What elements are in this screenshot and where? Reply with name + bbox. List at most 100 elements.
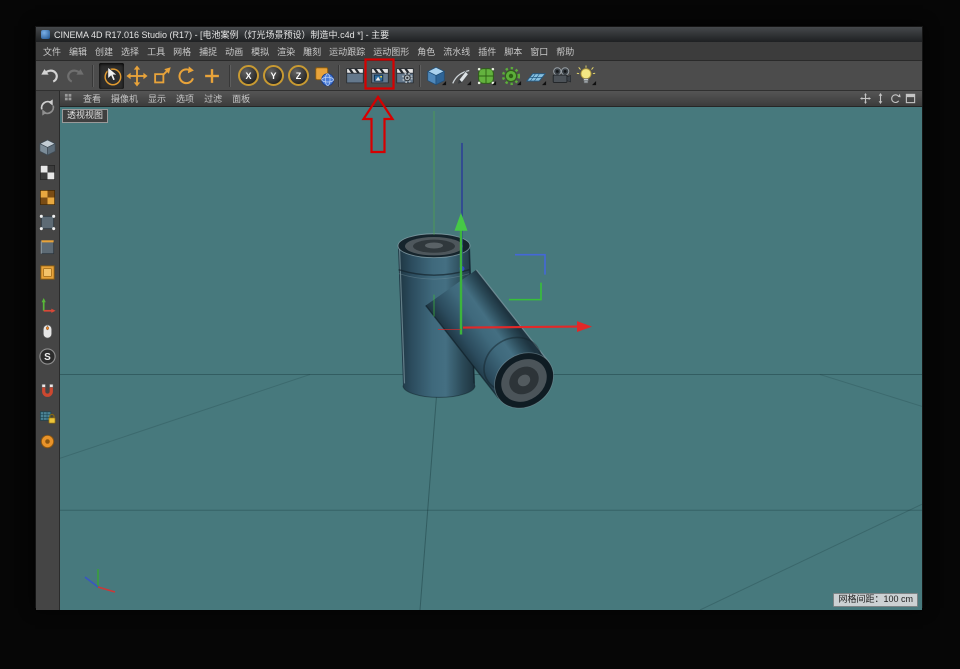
polygons-mode-button[interactable]	[37, 262, 58, 283]
titlebar: CINEMA 4D R17.016 Studio (R17) - [电池案例（灯…	[36, 27, 922, 42]
viewport-rotate-button[interactable]	[890, 93, 901, 104]
edit-render-settings-icon	[394, 65, 416, 87]
tweak-mode-button[interactable]	[37, 321, 58, 342]
lock-x-axis-button[interactable]: X	[236, 63, 261, 89]
vp-menu-display[interactable]: 显示	[143, 92, 171, 105]
spline-pen-button[interactable]	[448, 63, 473, 89]
light-icon	[575, 65, 597, 87]
menu-item-animate[interactable]: 动画	[221, 43, 247, 60]
ground-grid	[60, 374, 922, 610]
vp-menu-filter[interactable]: 过滤	[199, 92, 227, 105]
viewport-nav-icons	[860, 93, 919, 104]
menu-item-script[interactable]: 脚本	[500, 43, 526, 60]
model-mode-icon	[38, 138, 57, 157]
render-view-button[interactable]	[342, 63, 367, 89]
camera-button[interactable]	[548, 63, 573, 89]
gizmo-y-arrowhead[interactable]	[455, 213, 468, 231]
generator-button[interactable]	[498, 63, 523, 89]
gizmo-plane-handle-blue[interactable]	[515, 255, 545, 275]
workplane-mode-button[interactable]	[37, 187, 58, 208]
floor-button[interactable]	[523, 63, 548, 89]
render-to-picture-viewer-button[interactable]	[367, 63, 392, 89]
y-axis-toggle: Y	[263, 65, 284, 86]
menu-item-plugins[interactable]: 插件	[474, 43, 500, 60]
scale-tool-button[interactable]	[149, 63, 174, 89]
menu-item-snap[interactable]: 捕捉	[195, 43, 221, 60]
orbit-icon	[890, 93, 901, 104]
gizmo-plane-handle-green[interactable]	[509, 283, 541, 300]
texture-mode-icon	[38, 163, 57, 182]
lock-z-axis-button[interactable]: Z	[286, 63, 311, 89]
rotate-icon	[176, 65, 198, 87]
app-logo-icon	[41, 30, 50, 39]
lock-y-axis-button[interactable]: Y	[261, 63, 286, 89]
menu-item-window[interactable]: 窗口	[526, 43, 552, 60]
render-to-picture-viewer-icon	[369, 65, 391, 87]
rotate-tool-button[interactable]	[174, 63, 199, 89]
menu-item-file[interactable]: 文件	[39, 43, 65, 60]
mouse-icon	[38, 322, 57, 341]
menu-item-tools[interactable]: 工具	[143, 43, 169, 60]
coordinate-system-button[interactable]	[311, 63, 336, 89]
workplane-lock-button[interactable]	[37, 406, 58, 427]
snap-icon: S	[38, 347, 57, 366]
subdivision-surface-button[interactable]	[473, 63, 498, 89]
cube-icon	[425, 65, 447, 87]
points-mode-button[interactable]	[37, 212, 58, 233]
main-toolbar: X Y Z	[36, 61, 922, 91]
perspective-viewport[interactable]: 透视视图	[60, 107, 922, 610]
world-axis-indicator	[85, 569, 115, 592]
viewport-maximize-button[interactable]	[905, 93, 916, 104]
texture-mode-button[interactable]	[37, 162, 58, 183]
vp-menu-cameras[interactable]: 摄像机	[106, 92, 143, 105]
last-tool-button[interactable]	[199, 63, 224, 89]
menu-item-help[interactable]: 帮助	[552, 43, 578, 60]
cube-primitive-button[interactable]	[423, 63, 448, 89]
menu-item-edit[interactable]: 编辑	[65, 43, 91, 60]
menu-item-render[interactable]: 渲染	[273, 43, 299, 60]
enable-axis-icon	[38, 297, 57, 316]
make-editable-icon	[38, 98, 57, 117]
menu-item-pipeline[interactable]: 流水线	[439, 43, 474, 60]
vp-menu-view[interactable]: 查看	[78, 92, 106, 105]
light-button[interactable]	[573, 63, 598, 89]
live-selection-button[interactable]	[99, 63, 124, 89]
axis-center-button[interactable]	[37, 431, 58, 452]
menu-item-motion-tracker[interactable]: 运动跟踪	[325, 43, 369, 60]
vp-menu-options[interactable]: 选项	[171, 92, 199, 105]
generator-gear-icon	[500, 65, 522, 87]
menu-item-sculpt[interactable]: 雕刻	[299, 43, 325, 60]
vp-menu-panel[interactable]: 面板	[227, 92, 255, 105]
menu-item-select[interactable]: 选择	[117, 43, 143, 60]
enable-axis-button[interactable]	[37, 296, 58, 317]
snap-settings-button[interactable]: S	[37, 346, 58, 367]
viewport-zoom-button[interactable]	[875, 93, 886, 104]
gizmo-x-axis[interactable]	[463, 327, 578, 328]
model-mode-button[interactable]	[37, 137, 58, 158]
make-editable-button[interactable]	[37, 97, 58, 118]
gizmo-x-arrowhead[interactable]	[577, 321, 592, 332]
menu-item-character[interactable]: 角色	[413, 43, 439, 60]
undo-button[interactable]	[37, 63, 62, 89]
viewport-name-tab[interactable]: 透视视图	[62, 109, 108, 123]
redo-button[interactable]	[62, 63, 87, 89]
menu-item-mesh[interactable]: 网格	[169, 43, 195, 60]
viewport-grip-icon	[64, 93, 75, 104]
maximize-icon	[905, 93, 916, 104]
edit-render-settings-button[interactable]	[392, 63, 417, 89]
pen-icon	[450, 65, 472, 87]
menu-item-simulate[interactable]: 模拟	[247, 43, 273, 60]
menu-item-mograph[interactable]: 运动图形	[369, 43, 413, 60]
toolbar-separator	[338, 65, 340, 87]
viewport-pan-button[interactable]	[860, 93, 871, 104]
snap-letter: S	[44, 352, 51, 363]
viewport-3d-scene[interactable]	[60, 107, 922, 610]
x-axis-toggle: X	[238, 65, 259, 86]
edges-mode-button[interactable]	[37, 237, 58, 258]
menu-item-create[interactable]: 创建	[91, 43, 117, 60]
main-area: S	[36, 91, 922, 610]
zoom-icon	[875, 93, 886, 104]
magnet-snap-button[interactable]	[37, 381, 58, 402]
move-tool-button[interactable]	[124, 63, 149, 89]
undo-icon	[39, 65, 61, 87]
